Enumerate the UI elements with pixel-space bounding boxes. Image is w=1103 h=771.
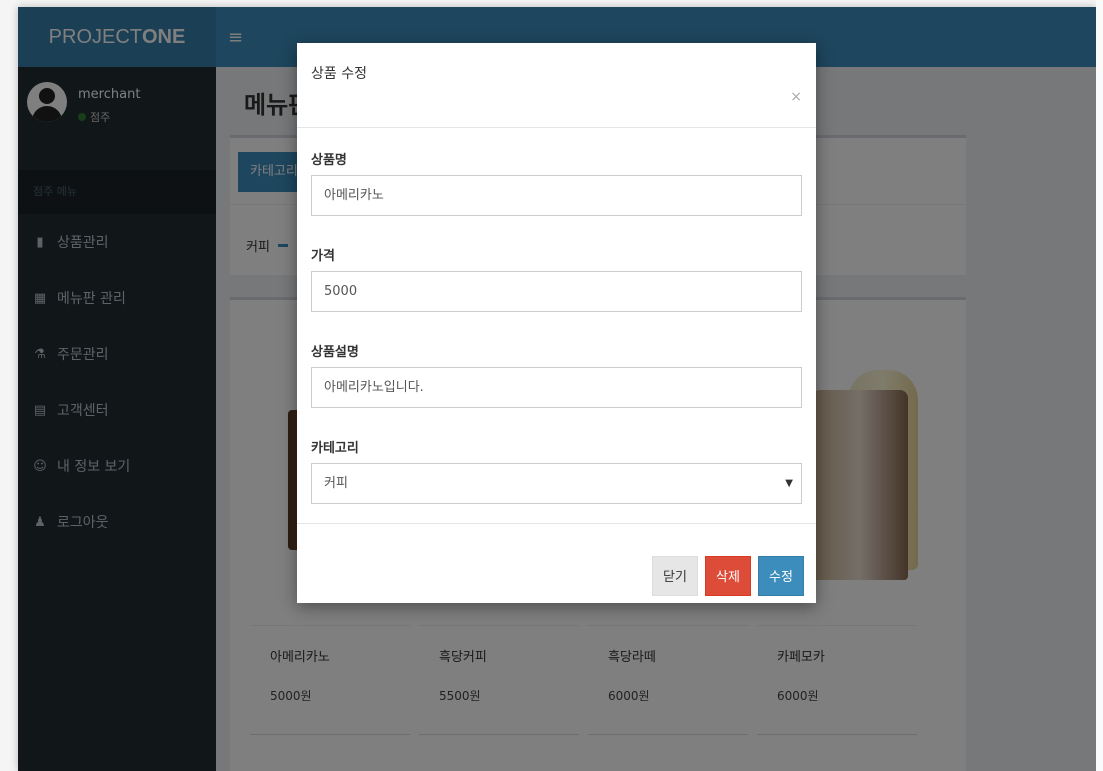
modal-header: 상품 수정 × bbox=[297, 43, 816, 128]
caret-down-icon: ▼ bbox=[785, 478, 793, 489]
edit-button[interactable]: 수정 bbox=[758, 556, 804, 596]
description-group: 상품설명 아메리카노입니다. bbox=[311, 341, 802, 408]
price-input[interactable]: 5000 bbox=[311, 271, 802, 312]
category-label: 카테고리 bbox=[311, 441, 359, 456]
product-name-label: 상품명 bbox=[311, 153, 347, 168]
price-label: 가격 bbox=[311, 249, 335, 264]
product-name-input[interactable]: 아메리카노 bbox=[311, 175, 802, 216]
delete-button[interactable]: 삭제 bbox=[705, 556, 751, 596]
product-name-group: 상품명 아메리카노 bbox=[311, 149, 802, 216]
price-group: 가격 5000 bbox=[311, 245, 802, 312]
category-group: 카테고리 커피 ▼ bbox=[311, 437, 802, 504]
description-label: 상품설명 bbox=[311, 345, 359, 360]
category-select[interactable]: 커피 ▼ bbox=[311, 463, 802, 504]
modal-title: 상품 수정 bbox=[311, 66, 367, 82]
app-window: PROJECTONE merchant 점주 점주 메뉴 ▮ 상품관리 ▦ 메뉴… bbox=[18, 7, 1096, 771]
close-button[interactable]: 닫기 bbox=[652, 556, 698, 596]
window-edge bbox=[1096, 0, 1103, 771]
close-icon[interactable]: × bbox=[790, 89, 802, 105]
description-input[interactable]: 아메리카노입니다. bbox=[311, 367, 802, 408]
modal-footer: 닫기 삭제 수정 bbox=[297, 523, 816, 603]
category-select-value: 커피 bbox=[324, 476, 348, 491]
edit-product-modal: 상품 수정 × 상품명 아메리카노 가격 5000 상품설명 아메리카노입니다.… bbox=[297, 43, 816, 603]
